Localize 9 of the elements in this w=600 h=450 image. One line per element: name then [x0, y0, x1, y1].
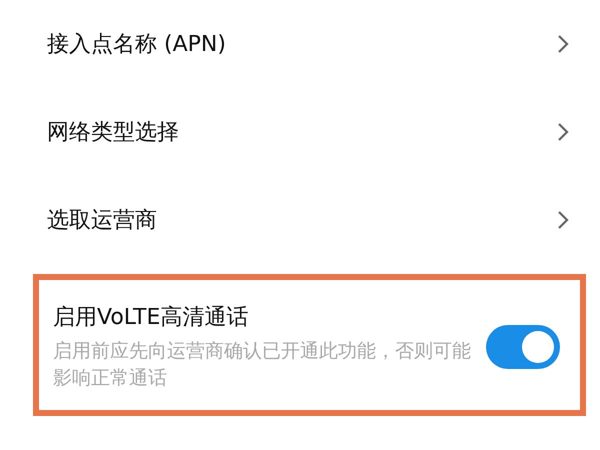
setting-title[interactable]: 选取运营商 — [47, 205, 556, 235]
chevron-right-icon — [556, 209, 570, 231]
setting-title[interactable]: 接入点名称 (APN) — [47, 29, 556, 59]
chevron-right-icon — [556, 33, 570, 55]
chevron-right-icon — [556, 121, 570, 143]
setting-title[interactable]: 网络类型选择 — [47, 117, 556, 147]
setting-description: 启用前应先向运营商确认已开通此功能，否则可能影响正常通话 — [53, 339, 472, 391]
setting-title: 启用VoLTE高清通话 — [53, 304, 250, 332]
toggle-switch[interactable] — [486, 325, 560, 369]
